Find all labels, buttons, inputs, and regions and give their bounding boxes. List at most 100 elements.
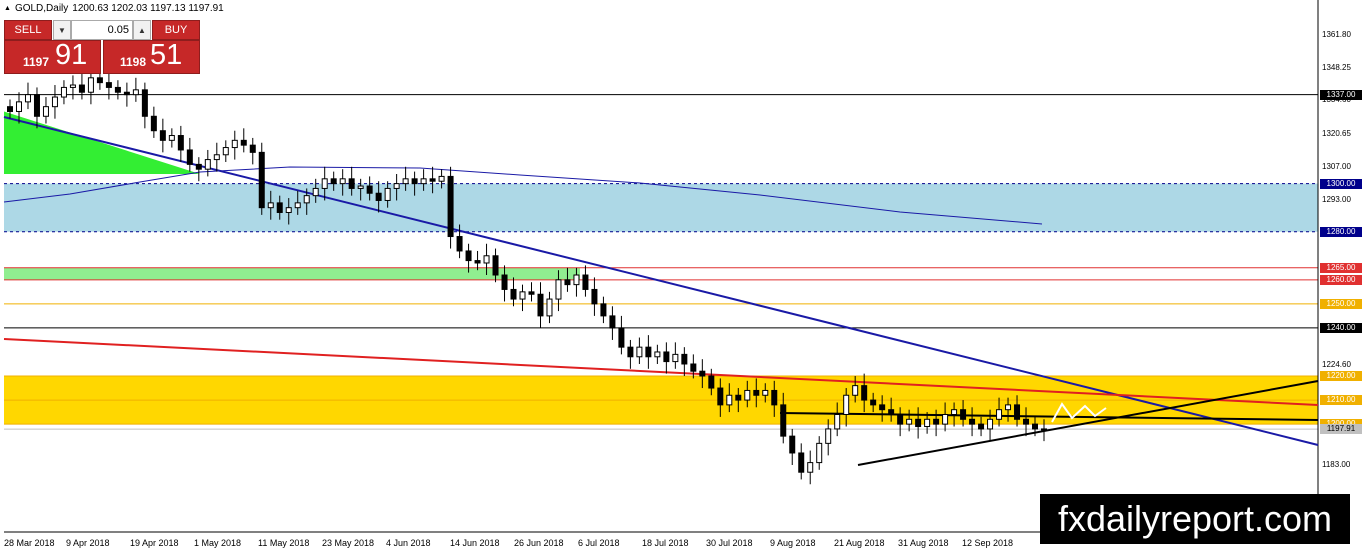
price-level-label: 1250.00	[1320, 298, 1362, 309]
candle-body	[933, 418, 940, 425]
candle-body	[330, 178, 337, 185]
candle-body	[303, 195, 310, 204]
candle-body	[753, 389, 760, 396]
buy-price-button[interactable]: 1198 51	[103, 39, 200, 74]
candle-body	[1014, 404, 1021, 420]
candle-body	[780, 404, 787, 437]
candle-body	[942, 413, 949, 425]
candle-body	[609, 315, 616, 329]
time-tick-label: 18 Jul 2018	[642, 538, 689, 548]
candle-body	[888, 409, 895, 415]
candle-body	[285, 207, 292, 213]
candle-body	[186, 149, 193, 165]
candle-body	[240, 139, 247, 146]
time-tick-label: 28 Mar 2018	[4, 538, 55, 548]
time-tick-label: 31 Aug 2018	[898, 538, 949, 548]
price-tick-label: 1361.80	[1322, 30, 1351, 39]
price-level-label: 1337.00	[1320, 89, 1362, 100]
candle-body	[222, 147, 229, 156]
candle-body	[150, 115, 157, 132]
candle-body	[114, 86, 121, 93]
candle-body	[402, 178, 409, 185]
candle-body	[924, 418, 931, 428]
chart-window[interactable]: ▲ GOLD,Daily 1200.63 1202.03 1197.13 119…	[0, 0, 1362, 554]
candle-body	[789, 435, 796, 454]
candle-body	[78, 84, 85, 93]
candle-body	[870, 399, 877, 406]
candle-body	[726, 394, 733, 406]
candle-body	[33, 94, 40, 117]
lot-increase-icon[interactable]: ▲	[133, 20, 151, 40]
candle-body	[654, 351, 661, 358]
candle-body	[690, 363, 697, 372]
candle-body	[258, 151, 265, 209]
candle-body	[798, 452, 805, 473]
time-tick-label: 6 Jul 2018	[578, 538, 620, 548]
candle-body	[123, 91, 130, 96]
candle-body	[96, 77, 103, 84]
candle-body	[591, 288, 598, 305]
candle-body	[393, 183, 400, 189]
candle-body	[708, 375, 715, 389]
candle-body	[645, 346, 652, 358]
candle-body	[1041, 428, 1047, 431]
candle-body	[969, 418, 976, 425]
time-tick-label: 21 Aug 2018	[834, 538, 885, 548]
watermark-logo: fxdailyreport.com	[1040, 494, 1350, 544]
ohlc-values: 1200.63 1202.03 1197.13 1197.91	[72, 3, 224, 14]
candle-body	[231, 139, 238, 149]
sell-price-major: 1197	[23, 55, 50, 69]
candle-body	[996, 409, 1003, 420]
candle-body	[528, 291, 535, 295]
candle-body	[1023, 418, 1030, 425]
candle-body	[546, 298, 553, 317]
candle-body	[663, 351, 670, 363]
candle-body	[681, 353, 688, 365]
candle-body	[357, 185, 364, 189]
candle-body	[582, 274, 589, 290]
sell-price-button[interactable]: 1197 91	[4, 39, 101, 74]
candle-body	[861, 385, 868, 401]
price-tick-label: 1320.65	[1322, 128, 1351, 138]
buy-price-pips: 51	[150, 39, 183, 71]
blue-zone	[4, 183, 1318, 232]
candle-body	[429, 178, 436, 182]
candle-body	[177, 135, 184, 151]
candle-body	[519, 291, 526, 300]
candle-body	[825, 428, 832, 444]
candle-body	[807, 462, 814, 473]
candle-body	[456, 236, 463, 252]
lot-size-input[interactable]	[71, 20, 133, 40]
time-tick-label: 9 Apr 2018	[66, 538, 110, 548]
candle-body	[195, 163, 202, 170]
candle-body	[906, 418, 913, 425]
candle-body	[492, 255, 499, 276]
sell-button[interactable]: SELL	[4, 20, 52, 40]
time-tick-label: 9 Aug 2018	[770, 538, 816, 548]
chart-menu-icon[interactable]: ▲	[4, 5, 11, 12]
candle-body	[312, 187, 319, 197]
buy-button[interactable]: BUY	[152, 20, 200, 40]
candle-body	[879, 404, 886, 411]
candle-body	[69, 84, 76, 88]
candle-body	[537, 293, 544, 317]
candle-body	[60, 86, 67, 98]
candle-body	[717, 387, 724, 406]
candle-body	[483, 255, 490, 264]
candle-body	[366, 185, 373, 194]
candle-body	[321, 178, 328, 189]
candle-body	[1005, 404, 1012, 411]
price-chart[interactable]	[0, 0, 1362, 554]
candle-body	[15, 101, 22, 112]
candle-body	[915, 418, 922, 428]
time-tick-label: 4 Jun 2018	[386, 538, 431, 548]
candle-body	[636, 346, 643, 358]
time-tick-label: 12 Sep 2018	[962, 538, 1014, 548]
candle-body	[294, 202, 301, 209]
candle-body	[474, 260, 481, 264]
lot-decrease-icon[interactable]: ▼	[53, 20, 71, 40]
candle-body	[771, 389, 778, 406]
candle-body	[843, 394, 850, 415]
candle-body	[51, 96, 58, 108]
candle-body	[213, 154, 220, 161]
